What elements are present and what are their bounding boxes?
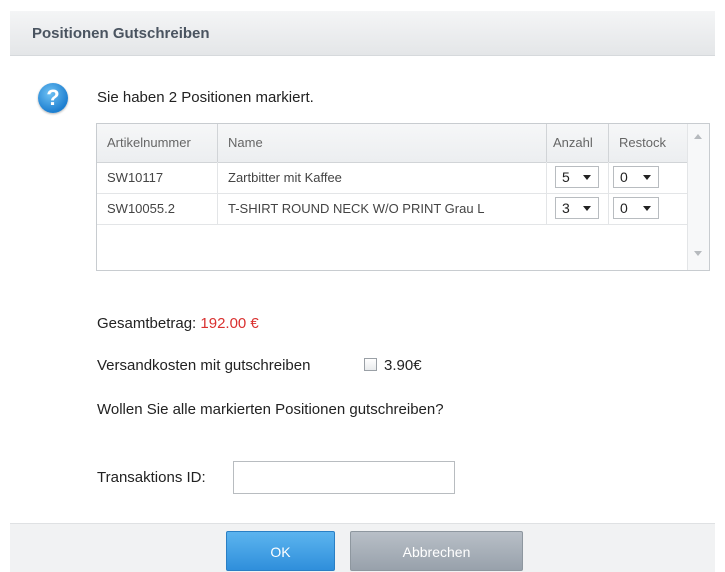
anzahl-select[interactable]: 5 [555,166,599,188]
chevron-down-icon[interactable] [643,175,651,180]
credit-positions-dialog: Positionen Gutschreiben ? Sie haben 2 Po… [0,0,725,572]
grid-scrollbar[interactable] [687,124,709,270]
scroll-down-icon[interactable] [694,251,702,256]
shipping-checkbox[interactable] [364,358,377,371]
shipping-label: Versandkosten mit gutschreiben [97,357,311,374]
chevron-down-icon[interactable] [643,206,651,211]
restock-select[interactable]: 0 [613,166,659,188]
total-label: Gesamtbetrag: [97,315,197,332]
restock-value: 0 [620,169,628,185]
anzahl-cell: 5 [547,162,609,193]
cancel-button[interactable]: Abbrechen [350,531,523,571]
total-line: Gesamtbetrag: 192.00 € [97,315,259,332]
chevron-down-icon[interactable] [583,206,591,211]
column-header-name[interactable]: Name [218,124,547,162]
artikelnummer-cell: SW10117 [97,162,218,193]
question-icon: ? [38,83,68,113]
shipping-amount: 3.90€ [384,357,422,374]
confirm-question: Wollen Sie alle markierten Positionen gu… [97,401,444,418]
total-value: 192.00 € [200,315,259,332]
anzahl-value: 5 [562,169,570,185]
intro-text: Sie haben 2 Positionen markiert. [97,89,314,106]
restock-select[interactable]: 0 [613,197,659,219]
dialog-header: Positionen Gutschreiben [10,11,715,56]
name-cell: T-SHIRT ROUND NECK W/O PRINT Grau L [218,193,547,224]
ok-button[interactable]: OK [226,531,335,571]
column-header-anzahl[interactable]: Anzahl [547,124,609,162]
transaction-label: Transaktions ID: [97,469,206,486]
restock-cell: 0 [609,162,687,193]
table-row[interactable]: SW10055.2 T-SHIRT ROUND NECK W/O PRINT G… [97,193,687,225]
positions-grid: Artikelnummer Name Anzahl Restock SW1011… [96,123,710,271]
column-header-artikelnummer[interactable]: Artikelnummer [97,124,218,162]
chevron-down-icon[interactable] [583,175,591,180]
table-row[interactable]: SW10117 Zartbitter mit Kaffee 5 0 [97,162,687,194]
anzahl-value: 3 [562,200,570,216]
artikelnummer-cell: SW10055.2 [97,193,218,224]
name-cell: Zartbitter mit Kaffee [218,162,547,193]
scroll-up-icon[interactable] [694,134,702,139]
anzahl-select[interactable]: 3 [555,197,599,219]
dialog-title: Positionen Gutschreiben [32,25,210,42]
grid-header: Artikelnummer Name Anzahl Restock [97,124,687,163]
transaction-id-input[interactable] [233,461,455,494]
anzahl-cell: 3 [547,193,609,224]
restock-cell: 0 [609,193,687,224]
column-header-restock[interactable]: Restock [609,124,687,162]
restock-value: 0 [620,200,628,216]
